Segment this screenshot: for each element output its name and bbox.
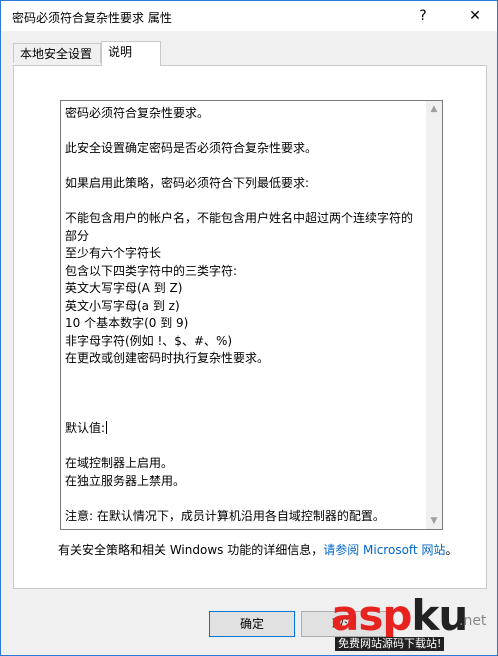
scroll-up-icon[interactable]: ▲ [426, 101, 442, 117]
ok-button[interactable]: 确定 [209, 611, 295, 637]
description-line [65, 123, 425, 141]
description-line: 密码必须符合复杂性要求。 [65, 106, 210, 120]
description-line [65, 385, 425, 403]
description-line: 10 个基本数字(0 到 9) [65, 316, 189, 330]
description-line [65, 193, 425, 211]
close-button[interactable]: ✕ [453, 1, 497, 31]
description-line: 英文小写字母(a 到 z) [65, 298, 180, 313]
scroll-down-icon[interactable]: ▼ [426, 513, 442, 529]
help-button[interactable]: ? [401, 1, 445, 31]
window-title: 密码必须符合复杂性要求 属性 [12, 11, 172, 25]
description-line [65, 490, 425, 508]
description-line: 至少有六个字符长 [65, 246, 162, 260]
description-line [65, 403, 425, 421]
cancel-button[interactable]: 取消 [301, 611, 387, 637]
description-text: 密码必须符合复杂性要求。 此安全设置确定密码是否必须符合复杂性要求。 如果启用此… [65, 105, 425, 525]
description-line [65, 368, 425, 386]
description-line: 如果启用此策略，密码必须符合下列最低要求: [65, 176, 310, 190]
description-line: 在更改或创建密码时执行复杂性要求。 [65, 351, 270, 365]
watermark-slogan: 免费网站源码下载站! [335, 637, 445, 651]
title-bar[interactable]: 密码必须符合复杂性要求 属性 ? ✕ [1, 1, 497, 31]
description-line: 非字母字符(例如 !、$、#、%) [65, 333, 233, 348]
description-line: 在独立服务器上禁用。 [65, 473, 186, 488]
more-info-end: 。 [445, 543, 458, 557]
tab-explain[interactable]: 说明 [101, 41, 161, 66]
description-line: 不能包含用户的帐户名，不能包含用户姓名中超过两个连续字符的 [65, 211, 414, 225]
description-line: 默认值: [65, 421, 108, 435]
microsoft-website-link[interactable]: 请参阅 Microsoft 网站 [323, 543, 445, 557]
description-textbox[interactable]: 密码必须符合复杂性要求。 此安全设置确定密码是否必须符合复杂性要求。 如果启用此… [60, 100, 443, 530]
vertical-scrollbar[interactable]: ▲ ▼ [426, 101, 442, 529]
more-info-label: 有关安全策略和相关 Windows 功能的详细信息， [58, 543, 324, 557]
properties-dialog: 密码必须符合复杂性要求 属性 ? ✕ 本地安全设置 说明 密码必须符合复杂性要求… [0, 0, 498, 656]
more-info-text: 有关安全策略和相关 Windows 功能的详细信息，请参阅 Microsoft … [58, 542, 458, 559]
description-line: 包含以下四类字符中的三类字符: [65, 263, 238, 278]
description-line [65, 158, 425, 176]
description-line: 注意: 在默认情况下，成员计算机沿用各自域控制器的配置。 [65, 508, 385, 523]
explain-tab-panel: 密码必须符合复杂性要求。 此安全设置确定密码是否必须符合复杂性要求。 如果启用此… [13, 65, 487, 589]
watermark-domain: .net [459, 613, 487, 629]
description-line [65, 438, 425, 456]
description-line: 在域控制器上启用。 [65, 456, 174, 470]
description-line: 英文大写字母(A 到 Z) [65, 281, 183, 295]
description-line: 部分 [65, 228, 90, 243]
tab-local-security-setting[interactable]: 本地安全设置 [13, 43, 101, 63]
text-caret [106, 421, 108, 434]
description-line: 此安全设置确定密码是否必须符合复杂性要求。 [65, 141, 318, 155]
